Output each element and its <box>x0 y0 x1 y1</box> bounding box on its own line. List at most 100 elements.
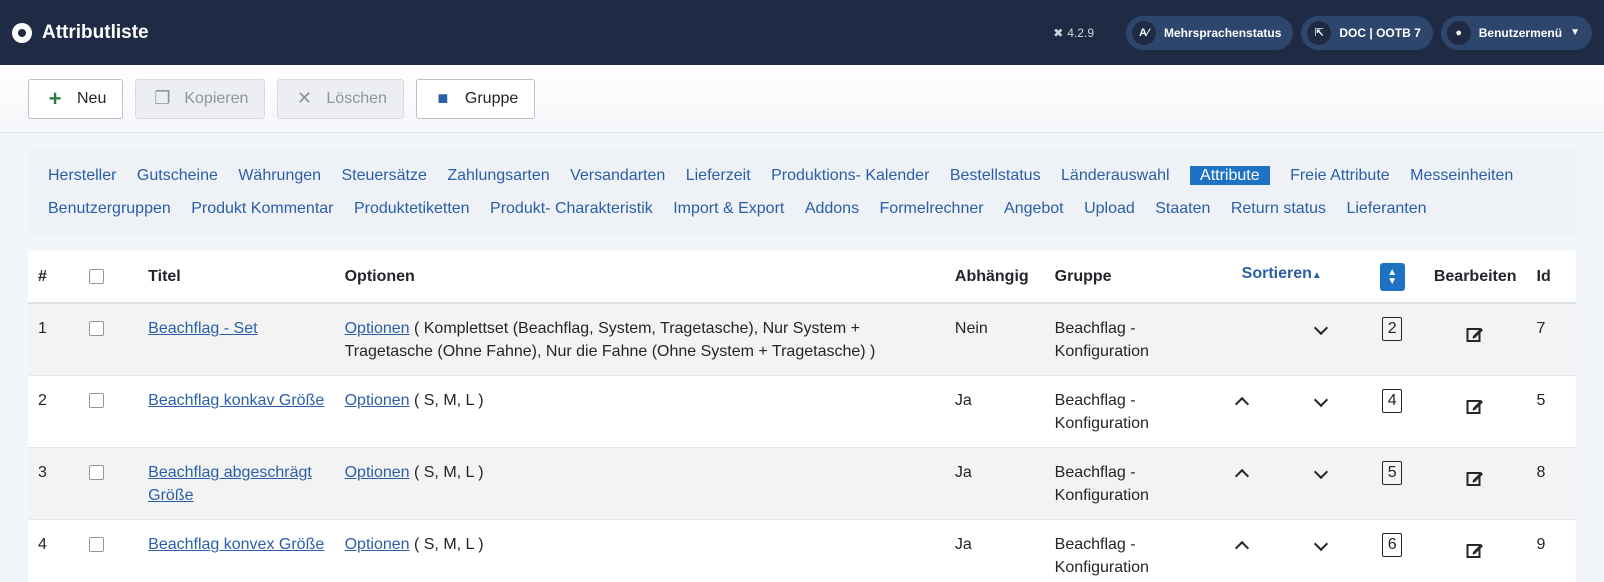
group-button[interactable]: ■ Gruppe <box>415 78 536 119</box>
attribute-title-link[interactable]: Beachflag abgeschrägt Größe <box>148 464 312 504</box>
options-cell: Optionen ( S, M, L ) <box>334 447 945 520</box>
submenu-item-waehrungen[interactable]: Währungen <box>238 166 321 185</box>
header-id: Id <box>1526 251 1576 304</box>
row-checkbox[interactable] <box>89 393 105 408</box>
submenu-item-produktetiketten[interactable]: Produktetiketten <box>354 199 470 218</box>
edit-icon[interactable] <box>1466 469 1484 494</box>
attribute-title-link[interactable]: Beachflag konvex Größe <box>148 536 324 553</box>
new-button[interactable]: + Neu <box>28 78 124 119</box>
move-down-icon[interactable] <box>1314 320 1329 336</box>
submenu-item-staaten[interactable]: Staaten <box>1155 199 1210 218</box>
row-checkbox[interactable] <box>89 321 105 336</box>
header-options: Optionen <box>334 251 945 304</box>
user-menu-button[interactable]: ● Benutzermenü ▼ <box>1440 15 1592 50</box>
submenu-item-addons[interactable]: Addons <box>805 199 859 218</box>
submenu-item-angebot[interactable]: Angebot <box>1004 199 1064 218</box>
multilanguage-status-button[interactable]: A⁄ Mehrsprachenstatus <box>1126 15 1294 50</box>
options-cell: Optionen ( Komplettset (Beachflag, Syste… <box>334 303 945 376</box>
version-label: ✖ 4.2.9 <box>1053 25 1094 40</box>
submenu-item-attribute[interactable]: Attribute <box>1190 166 1270 185</box>
select-all-checkbox[interactable] <box>89 268 105 284</box>
submenu-item-upload[interactable]: Upload <box>1084 199 1135 218</box>
chevron-down-icon: ▼ <box>1570 27 1580 38</box>
page-title: Attributliste <box>42 21 149 43</box>
toolbar: + Neu ❐ Kopieren ✕ Löschen ■ Gruppe <box>0 65 1604 133</box>
submenu-item-versandarten[interactable]: Versandarten <box>570 166 665 185</box>
move-up-icon[interactable] <box>1235 468 1250 484</box>
table-row: 4 Beachflag konvex Größe Optionen ( S, M… <box>28 519 1576 582</box>
order-input[interactable]: 6 <box>1382 533 1403 557</box>
attribute-title-link[interactable]: Beachflag - Set <box>148 320 257 337</box>
options-link[interactable]: Optionen <box>345 464 410 481</box>
options-link[interactable]: Optionen <box>345 320 410 337</box>
move-down-icon[interactable] <box>1314 536 1329 552</box>
edit-icon[interactable] <box>1466 541 1484 566</box>
copy-button[interactable]: ❐ Kopieren <box>135 78 266 119</box>
row-checkbox[interactable] <box>89 465 105 480</box>
submenu-item-produktions-kalender[interactable]: Produktions- Kalender <box>771 166 929 185</box>
edit-icon[interactable] <box>1466 325 1484 350</box>
options-link[interactable]: Optionen <box>345 536 410 553</box>
attribute-table-container: # Titel Optionen Abhängig Gruppe Sortier… <box>28 251 1576 582</box>
group-value: Beachflag - Konfiguration <box>1044 375 1203 448</box>
submenu-item-zahlungsarten[interactable]: Zahlungsarten <box>447 166 549 185</box>
external-link-icon: ⇱ <box>1307 20 1332 45</box>
move-down-icon[interactable] <box>1314 464 1329 480</box>
row-num: 2 <box>28 375 80 448</box>
submenu-item-return-status[interactable]: Return status <box>1231 199 1326 218</box>
row-num: 3 <box>28 447 80 520</box>
plus-icon: + <box>48 85 62 111</box>
move-up-icon[interactable] <box>1235 396 1250 412</box>
options-cell: Optionen ( S, M, L ) <box>334 375 945 448</box>
save-order-button[interactable]: ▲ ▼ <box>1379 263 1405 291</box>
submenu-item-produkt-kommentar[interactable]: Produkt Kommentar <box>191 199 333 218</box>
order-input[interactable]: 5 <box>1382 461 1403 485</box>
dependent-value: Ja <box>944 447 1045 520</box>
submenu-item-steuersaetze[interactable]: Steuersätze <box>341 166 426 185</box>
edit-icon[interactable] <box>1466 397 1484 422</box>
row-id: 8 <box>1526 447 1576 520</box>
header-group: Gruppe <box>1044 251 1203 304</box>
row-id: 9 <box>1526 519 1576 582</box>
row-id: 5 <box>1526 375 1576 448</box>
submenu-item-gutscheine[interactable]: Gutscheine <box>137 166 218 185</box>
move-down-icon[interactable] <box>1314 392 1329 408</box>
header-sort[interactable]: Sortieren▲ <box>1202 251 1361 304</box>
move-up-icon[interactable] <box>1235 540 1250 556</box>
sort-icon: ▲ ▼ <box>1387 267 1398 287</box>
dependent-value: Nein <box>944 303 1045 376</box>
submenu-item-freie-attribute[interactable]: Freie Attribute <box>1290 166 1390 185</box>
group-value: Beachflag - Konfiguration <box>1044 447 1203 520</box>
submenu-item-produkt-charakteristik[interactable]: Produkt- Charakteristik <box>490 199 653 218</box>
submenu-item-hersteller[interactable]: Hersteller <box>48 166 116 185</box>
dependent-value: Ja <box>944 519 1045 582</box>
folder-icon: ■ <box>437 88 449 108</box>
submenu-item-formelrechner[interactable]: Formelrechner <box>880 199 984 218</box>
submenu-item-benutzergruppen[interactable]: Benutzergruppen <box>48 199 171 218</box>
header-title: Titel <box>138 251 335 304</box>
options-link[interactable]: Optionen <box>345 392 410 409</box>
submenu-item-messeinheiten[interactable]: Messeinheiten <box>1410 166 1513 185</box>
header-edit: Bearbeiten <box>1423 251 1527 304</box>
submenu-item-lieferzeit[interactable]: Lieferzeit <box>686 166 751 185</box>
options-cell: Optionen ( S, M, L ) <box>334 519 945 582</box>
header-num: # <box>28 251 80 304</box>
row-id: 7 <box>1526 303 1576 376</box>
delete-button[interactable]: ✕ Löschen <box>277 78 404 119</box>
submenu-item-import-export[interactable]: Import & Export <box>673 199 784 218</box>
dependent-value: Ja <box>944 375 1045 448</box>
row-num: 4 <box>28 519 80 582</box>
attribute-table: # Titel Optionen Abhängig Gruppe Sortier… <box>28 251 1576 582</box>
table-row: 3 Beachflag abgeschrägt Größe Optionen (… <box>28 447 1576 520</box>
order-input[interactable]: 2 <box>1382 317 1403 341</box>
submenu-item-laenderauswahl[interactable]: Länderauswahl <box>1061 166 1170 185</box>
attribute-title-link[interactable]: Beachflag konkav Größe <box>148 392 324 409</box>
order-input[interactable]: 4 <box>1382 389 1403 413</box>
submenu-item-lieferanten[interactable]: Lieferanten <box>1346 199 1426 218</box>
language-icon: A⁄ <box>1132 20 1156 45</box>
row-checkbox[interactable] <box>89 537 105 552</box>
joomla-logo-icon[interactable] <box>12 22 32 43</box>
submenu-item-bestellstatus[interactable]: Bestellstatus <box>950 166 1041 185</box>
site-link-button[interactable]: ⇱ DOC | OOTB 7 <box>1301 15 1433 50</box>
submenu-nav: Hersteller Gutscheine Währungen Steuersä… <box>28 149 1576 235</box>
